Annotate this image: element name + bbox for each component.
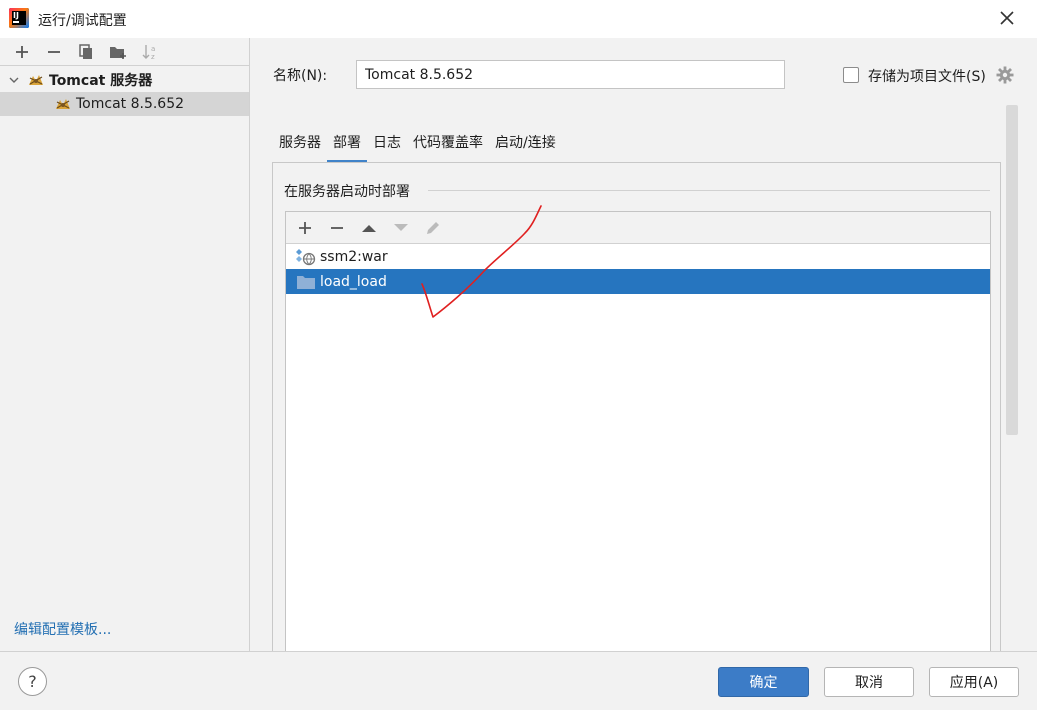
edit-templates-link[interactable]: 编辑配置模板... (14, 619, 111, 639)
store-as-project-file-label: 存储为项目文件(S) (868, 69, 986, 85)
new-folder-icon[interactable] (102, 40, 134, 64)
apply-button[interactable]: 应用(A) (929, 667, 1019, 697)
tree-item-tomcat-config[interactable]: Tomcat 8.5.652 (0, 92, 249, 116)
gear-icon[interactable] (996, 66, 1014, 84)
move-up-icon[interactable] (353, 214, 385, 242)
move-down-icon[interactable] (385, 214, 417, 242)
svg-text:a: a (151, 45, 155, 53)
tab-server[interactable]: 服务器 (273, 126, 327, 162)
artifact-icon (296, 248, 316, 266)
tab-bar: 服务器 部署 日志 代码覆盖率 启动/连接 (273, 126, 562, 163)
configurations-pane: az Tomcat 服务器 Tomcat 8.5.652 编辑配置模板... (0, 38, 250, 651)
deployment-item-label: load_load (320, 273, 387, 290)
add-icon[interactable] (6, 40, 38, 64)
name-label: 名称(N): (273, 68, 328, 84)
tree-item-label: Tomcat 8.5.652 (76, 96, 185, 112)
folder-icon (296, 273, 316, 291)
deployment-item-label: ssm2:war (320, 248, 388, 265)
deployment-list-box: ssm2:war load_load (285, 211, 991, 661)
name-input[interactable] (356, 60, 785, 89)
tomcat-icon (27, 72, 45, 88)
tree-group-label: Tomcat 服务器 (49, 73, 153, 89)
remove-icon[interactable] (321, 214, 353, 242)
configurations-toolbar: az (0, 38, 249, 66)
title-bar: IJ 运行/调试配置 (0, 0, 1037, 38)
tab-logs[interactable]: 日志 (367, 126, 407, 162)
cancel-button[interactable]: 取消 (824, 667, 914, 697)
configuration-editor: 名称(N): 存储为项目文件(S) 服务器 部署 日志 代码覆盖率 启动/连接 (251, 38, 1037, 662)
chevron-down-icon[interactable] (7, 74, 21, 86)
window-title: 运行/调试配置 (38, 13, 127, 29)
help-button[interactable]: ? (18, 667, 47, 696)
configurations-tree: Tomcat 服务器 Tomcat 8.5.652 (0, 66, 249, 116)
deployment-item-ssm2-war[interactable]: ssm2:war (286, 244, 990, 269)
add-icon[interactable] (289, 214, 321, 242)
store-as-project-file-checkbox[interactable] (843, 67, 859, 83)
intellij-idea-icon: IJ (9, 8, 29, 28)
tab-code-coverage[interactable]: 代码覆盖率 (407, 126, 489, 162)
deployment-section-title: 在服务器启动时部署 (284, 184, 410, 200)
tab-startup-connection[interactable]: 启动/连接 (489, 126, 562, 162)
section-divider (428, 190, 990, 191)
tomcat-icon (54, 96, 72, 112)
remove-icon[interactable] (38, 40, 70, 64)
tree-group-tomcat[interactable]: Tomcat 服务器 (0, 68, 249, 92)
close-icon[interactable] (995, 6, 1019, 30)
ok-button[interactable]: 确定 (718, 667, 809, 697)
vertical-scrollbar-thumb[interactable] (1006, 105, 1018, 435)
deployment-panel: 在服务器启动时部署 ssm2:war load_load (272, 162, 1001, 662)
edit-icon[interactable] (417, 214, 449, 242)
tab-deployment[interactable]: 部署 (327, 126, 367, 163)
svg-text:z: z (151, 53, 155, 61)
deployment-toolbar (286, 212, 990, 244)
deployment-item-load-load[interactable]: load_load (286, 269, 990, 294)
dialog-button-bar: ? 确定 取消 应用(A) (0, 651, 1037, 710)
copy-icon[interactable] (70, 40, 102, 64)
sort-icon[interactable]: az (134, 40, 166, 64)
